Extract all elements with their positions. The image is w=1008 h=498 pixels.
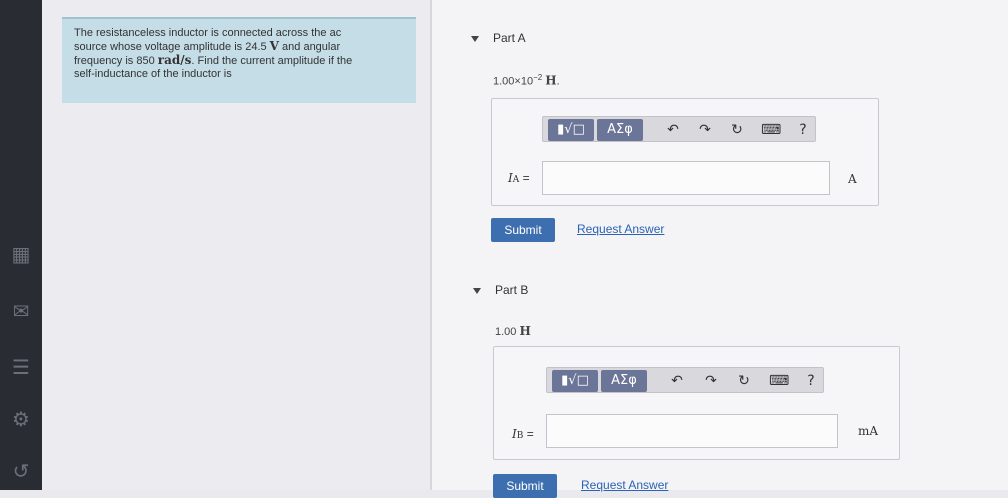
keyboard-icon[interactable]: ⌨ <box>761 120 781 140</box>
reset-icon[interactable]: ↻ <box>734 371 754 391</box>
part-b-input-label: IB = <box>512 427 534 441</box>
part-a-math-toolbar: ▮√□ ΑΣφ ↶ ↷ ↻ ⌨ ? <box>542 116 816 142</box>
answer-area: Part A 1.00×10−2 H. ▮√□ ΑΣφ ↶ ↷ ↻ ⌨ ? IA… <box>432 0 1008 498</box>
part-a-unit: A <box>848 172 857 186</box>
gear-icon[interactable]: ⚙ <box>10 408 32 430</box>
part-a-answer-input[interactable] <box>542 161 830 195</box>
part-b-answer-input[interactable] <box>546 414 838 448</box>
help-icon[interactable]: ? <box>793 120 813 140</box>
redo-icon[interactable]: ↷ <box>695 120 715 140</box>
part-b-unit: mA <box>858 424 879 438</box>
symbols-button[interactable]: ΑΣφ <box>597 119 643 141</box>
mail-icon[interactable]: ✉ <box>10 300 32 322</box>
logout-icon[interactable]: ↺ <box>10 460 32 482</box>
part-a-input-label: IA = <box>508 171 530 185</box>
part-a-collapse-icon[interactable] <box>471 36 479 42</box>
problem-line-1: The resistanceless inductor is connected… <box>74 27 342 39</box>
part-b-answer-box: ▮√□ ΑΣφ ↶ ↷ ↻ ⌨ ? IB = mA <box>493 346 900 460</box>
undo-icon[interactable]: ↶ <box>663 120 683 140</box>
part-a-request-answer-link[interactable]: Request Answer <box>577 222 664 236</box>
part-b-given: 1.00 H <box>495 324 531 338</box>
left-sidebar: ▦ ✉ ☰ ⚙ ↺ <box>0 0 42 490</box>
part-b-collapse-icon[interactable] <box>473 288 481 294</box>
notes-icon[interactable]: ☰ <box>10 356 32 378</box>
problem-line-3: frequency is 850 rad/s. Find the current… <box>74 53 353 68</box>
templates-button[interactable]: ▮√□ <box>548 119 594 141</box>
symbols-button[interactable]: ΑΣφ <box>601 370 647 392</box>
redo-icon[interactable]: ↷ <box>701 371 721 391</box>
part-a-title[interactable]: Part A <box>493 31 526 45</box>
help-icon[interactable]: ? <box>801 371 821 391</box>
part-a-given: 1.00×10−2 H. <box>493 73 560 88</box>
part-a-submit-button[interactable]: Submit <box>491 218 555 242</box>
problem-line-2: source whose voltage amplitude is 24.5 V… <box>74 39 341 54</box>
problem-statement: The resistanceless inductor is connected… <box>62 17 416 103</box>
templates-button[interactable]: ▮√□ <box>552 370 598 392</box>
part-a-answer-box: ▮√□ ΑΣφ ↶ ↷ ↻ ⌨ ? IA = A <box>491 98 879 206</box>
part-b-submit-button[interactable]: Submit <box>493 474 557 498</box>
reset-icon[interactable]: ↻ <box>727 120 747 140</box>
problem-line-4: self-inductance of the inductor is <box>74 68 232 80</box>
calendar-icon[interactable]: ▦ <box>10 243 32 265</box>
keyboard-icon[interactable]: ⌨ <box>769 371 789 391</box>
undo-icon[interactable]: ↶ <box>667 371 687 391</box>
part-b-title[interactable]: Part B <box>495 283 528 297</box>
part-b-math-toolbar: ▮√□ ΑΣφ ↶ ↷ ↻ ⌨ ? <box>546 367 824 393</box>
